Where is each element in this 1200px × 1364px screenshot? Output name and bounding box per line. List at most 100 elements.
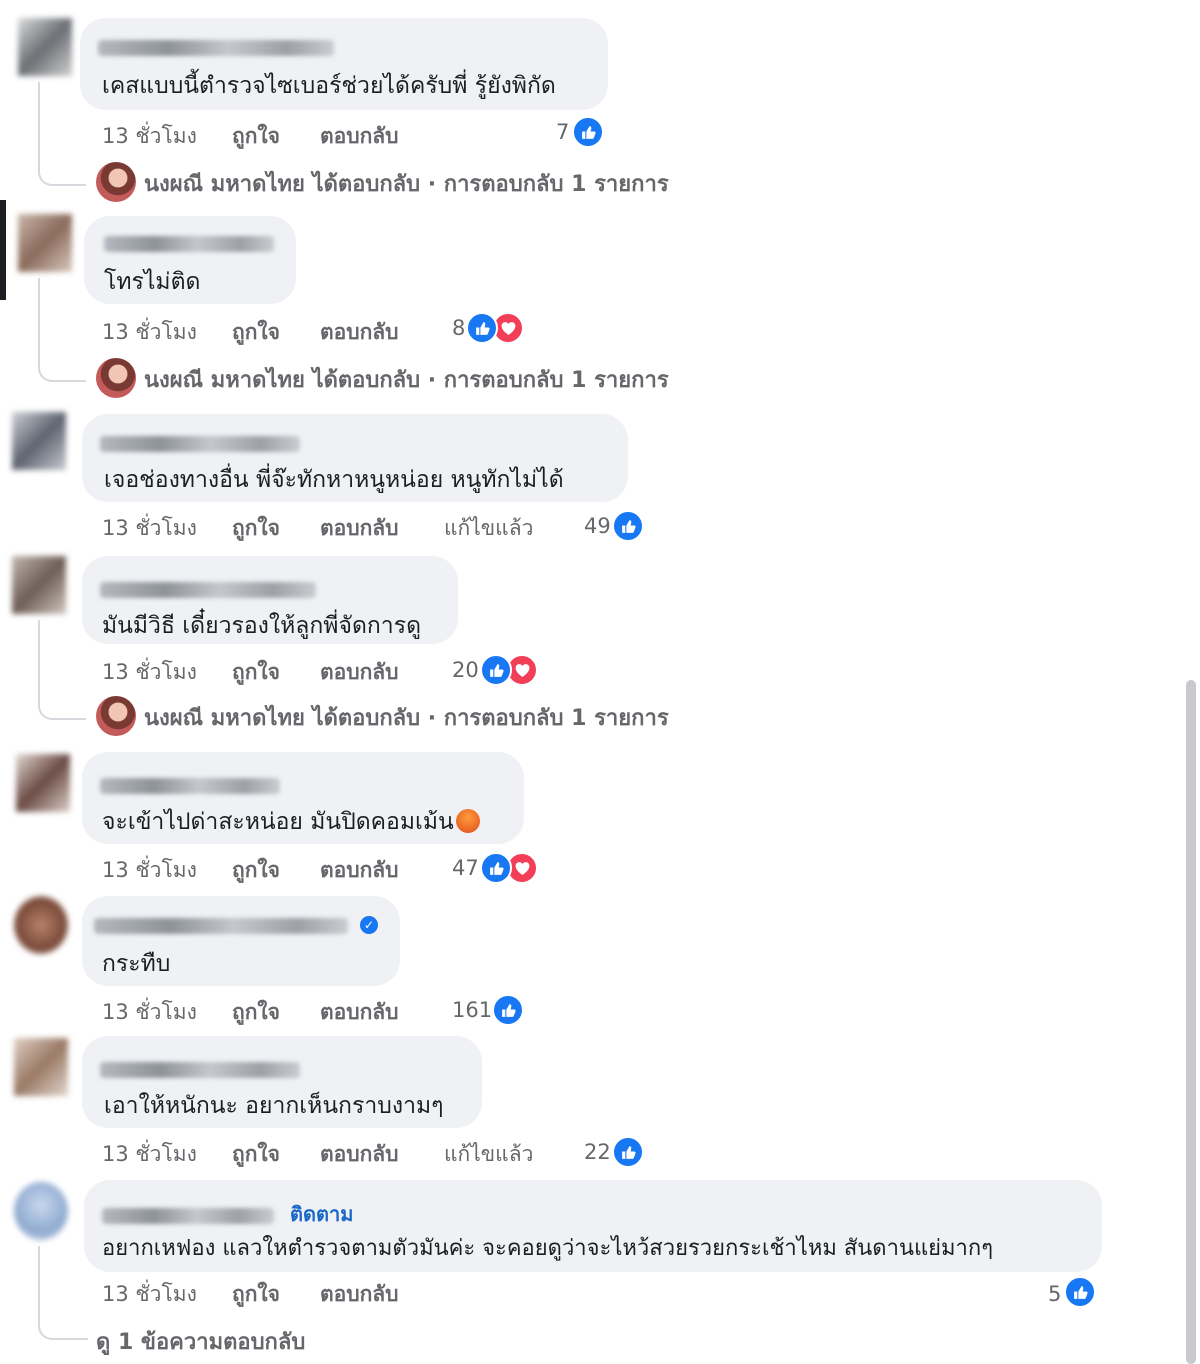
reply-button[interactable]: ตอบกลับ — [320, 120, 399, 153]
comment-bubble: จะเข้าไปด่าสะหน่อย มันปิดคอมเม้น — [82, 752, 524, 844]
replies-summary-text[interactable]: นงผณี มหาดไทย ได้ตอบกลับ · การตอบกลับ 1 … — [144, 166, 669, 201]
timestamp[interactable]: 13 ชั่วโมง — [102, 120, 197, 153]
author-name[interactable] — [100, 778, 280, 794]
view-replies-link[interactable]: ดู 1 ข้อความตอบกลับ — [96, 1324, 305, 1359]
reply-avatar — [96, 162, 136, 202]
reply-button[interactable]: ตอบกลับ — [320, 996, 399, 1029]
timestamp[interactable]: 13 ชั่วโมง — [102, 854, 197, 887]
reply-button[interactable]: ตอบกลับ — [320, 512, 399, 545]
comment-text: กระทืบ — [102, 951, 171, 977]
author-name[interactable] — [100, 436, 300, 452]
author-name[interactable] — [102, 1208, 274, 1224]
comment-bubble: มันมีวิธี เดี๋ยวรองให้ลูกพี่จัดการดู — [82, 556, 458, 644]
timestamp[interactable]: 13 ชั่วโมง — [102, 1138, 197, 1171]
avatar[interactable] — [12, 412, 66, 470]
comment-actions: 13 ชั่วโมง ถูกใจ ตอบกลับ — [102, 656, 702, 686]
reply-button[interactable]: ตอบกลับ — [320, 656, 399, 689]
avatar[interactable] — [14, 1182, 68, 1240]
author-name[interactable] — [98, 40, 334, 56]
like-reaction-icon — [1064, 1276, 1096, 1308]
like-reaction-icon — [572, 116, 604, 148]
like-button[interactable]: ถูกใจ — [232, 120, 280, 153]
timestamp[interactable]: 13 ชั่วโมง — [102, 656, 197, 689]
comment-actions: 13 ชั่วโมง ถูกใจ ตอบกลับ — [102, 854, 702, 884]
timestamp[interactable]: 13 ชั่วโมง — [102, 512, 197, 545]
comment-text: อยากเหฟอง แลวใหตำรวจตามตัวมันค่ะ จะคอยดู… — [102, 1236, 994, 1261]
replies-summary[interactable]: นงผณี มหาดไทย ได้ตอบกลับ · การตอบกลับ 1 … — [96, 696, 816, 736]
reaction-count[interactable]: 20 — [452, 658, 479, 682]
reaction-count[interactable]: 8 — [452, 316, 465, 340]
comment-text: จะเข้าไปด่าสะหน่อย มันปิดคอมเม้น — [102, 804, 480, 840]
like-button[interactable]: ถูกใจ — [232, 854, 280, 887]
thread-line — [38, 1246, 88, 1340]
reaction-count[interactable]: 5 — [1048, 1282, 1061, 1306]
like-button[interactable]: ถูกใจ — [232, 656, 280, 689]
comment-bubble: โทรไม่ติด — [84, 216, 296, 304]
reply-avatar — [96, 358, 136, 398]
thread-line — [38, 278, 86, 382]
comment-text: โทรไม่ติด — [104, 269, 201, 295]
comment-text: มันมีวิธี เดี๋ยวรองให้ลูกพี่จัดการดู — [102, 613, 422, 639]
comment-text: เจอช่องทางอื่น พี่จ๊ะทักหาหนูหน่อย หนูทั… — [104, 467, 564, 493]
comment-actions: 13 ชั่วโมง ถูกใจ ตอบกลับ — [102, 996, 702, 1026]
reaction-count[interactable]: 161 — [452, 998, 492, 1022]
like-button[interactable]: ถูกใจ — [232, 1138, 280, 1171]
avatar[interactable] — [12, 556, 66, 614]
replies-summary-text[interactable]: นงผณี มหาดไทย ได้ตอบกลับ · การตอบกลับ 1 … — [144, 362, 669, 397]
thread-line — [38, 620, 86, 720]
reaction-count[interactable]: 22 — [584, 1140, 611, 1164]
thread-line — [38, 82, 86, 186]
reaction-count[interactable]: 7 — [556, 120, 569, 144]
comment-text: เอาให้หนักนะ อยากเห็นกราบงามๆ — [104, 1093, 444, 1119]
like-reaction-icon — [612, 1136, 644, 1168]
edited-label[interactable]: แก้ไขแล้ว — [444, 512, 533, 545]
like-reaction-icon — [466, 312, 498, 344]
like-button[interactable]: ถูกใจ — [232, 512, 280, 545]
angry-face-icon — [455, 809, 480, 833]
avatar[interactable] — [18, 18, 72, 76]
reply-button[interactable]: ตอบกลับ — [320, 316, 399, 349]
comment-bubble: เจอช่องทางอื่น พี่จ๊ะทักหาหนูหน่อย หนูทั… — [82, 414, 628, 502]
timestamp[interactable]: 13 ชั่วโมง — [102, 996, 197, 1029]
like-reaction-icon — [480, 852, 512, 884]
comment-bubble: ✓ กระทืบ — [82, 896, 400, 986]
comment-bubble: เคสแบบนี้ตำรวจไซเบอร์ช่วยได้ครับพี่ รู้ย… — [80, 18, 608, 110]
comment-actions: 13 ชั่วโมง ถูกใจ ตอบกลับ — [102, 120, 702, 150]
like-reaction-icon — [612, 510, 644, 542]
edited-label[interactable]: แก้ไขแล้ว — [444, 1138, 533, 1171]
verified-badge-icon: ✓ — [360, 916, 378, 934]
reaction-count[interactable]: 49 — [584, 514, 611, 538]
author-name[interactable] — [100, 1062, 300, 1078]
comment-text-body: จะเข้าไปด่าสะหน่อย มันปิดคอมเม้น — [102, 809, 454, 835]
comment-bubble: เอาให้หนักนะ อยากเห็นกราบงามๆ — [82, 1036, 482, 1128]
reply-avatar — [96, 696, 136, 736]
replies-summary[interactable]: นงผณี มหาดไทย ได้ตอบกลับ · การตอบกลับ 1 … — [96, 358, 816, 398]
avatar[interactable] — [18, 214, 72, 272]
follow-button[interactable]: ติดตาม — [290, 1198, 353, 1230]
like-button[interactable]: ถูกใจ — [232, 996, 280, 1029]
scrollbar[interactable] — [1186, 680, 1196, 1364]
like-reaction-icon — [480, 654, 512, 686]
like-button[interactable]: ถูกใจ — [232, 316, 280, 349]
reply-button[interactable]: ตอบกลับ — [320, 854, 399, 887]
left-selection-marker — [0, 200, 6, 300]
replies-summary-text[interactable]: นงผณี มหาดไทย ได้ตอบกลับ · การตอบกลับ 1 … — [144, 700, 669, 735]
replies-summary[interactable]: นงผณี มหาดไทย ได้ตอบกลับ · การตอบกลับ 1 … — [96, 162, 816, 202]
author-name[interactable] — [104, 236, 274, 252]
author-name[interactable] — [94, 918, 348, 934]
avatar[interactable] — [14, 896, 68, 954]
comment-text: เคสแบบนี้ตำรวจไซเบอร์ช่วยได้ครับพี่ รู้ย… — [102, 73, 556, 99]
avatar[interactable] — [14, 1038, 68, 1096]
author-name[interactable] — [100, 582, 316, 598]
comment-actions: 13 ชั่วโมง ถูกใจ ตอบกลับ — [102, 316, 702, 346]
reply-button[interactable]: ตอบกลับ — [320, 1278, 399, 1311]
comment-actions: 13 ชั่วโมง ถูกใจ ตอบกลับ — [102, 1278, 702, 1308]
avatar[interactable] — [16, 754, 70, 812]
like-button[interactable]: ถูกใจ — [232, 1278, 280, 1311]
reply-button[interactable]: ตอบกลับ — [320, 1138, 399, 1171]
timestamp[interactable]: 13 ชั่วโมง — [102, 316, 197, 349]
comment-bubble: ติดตาม อยากเหฟอง แลวใหตำรวจตามตัวมันค่ะ … — [84, 1180, 1102, 1272]
like-reaction-icon — [492, 994, 524, 1026]
reaction-count[interactable]: 47 — [452, 856, 479, 880]
timestamp[interactable]: 13 ชั่วโมง — [102, 1278, 197, 1311]
